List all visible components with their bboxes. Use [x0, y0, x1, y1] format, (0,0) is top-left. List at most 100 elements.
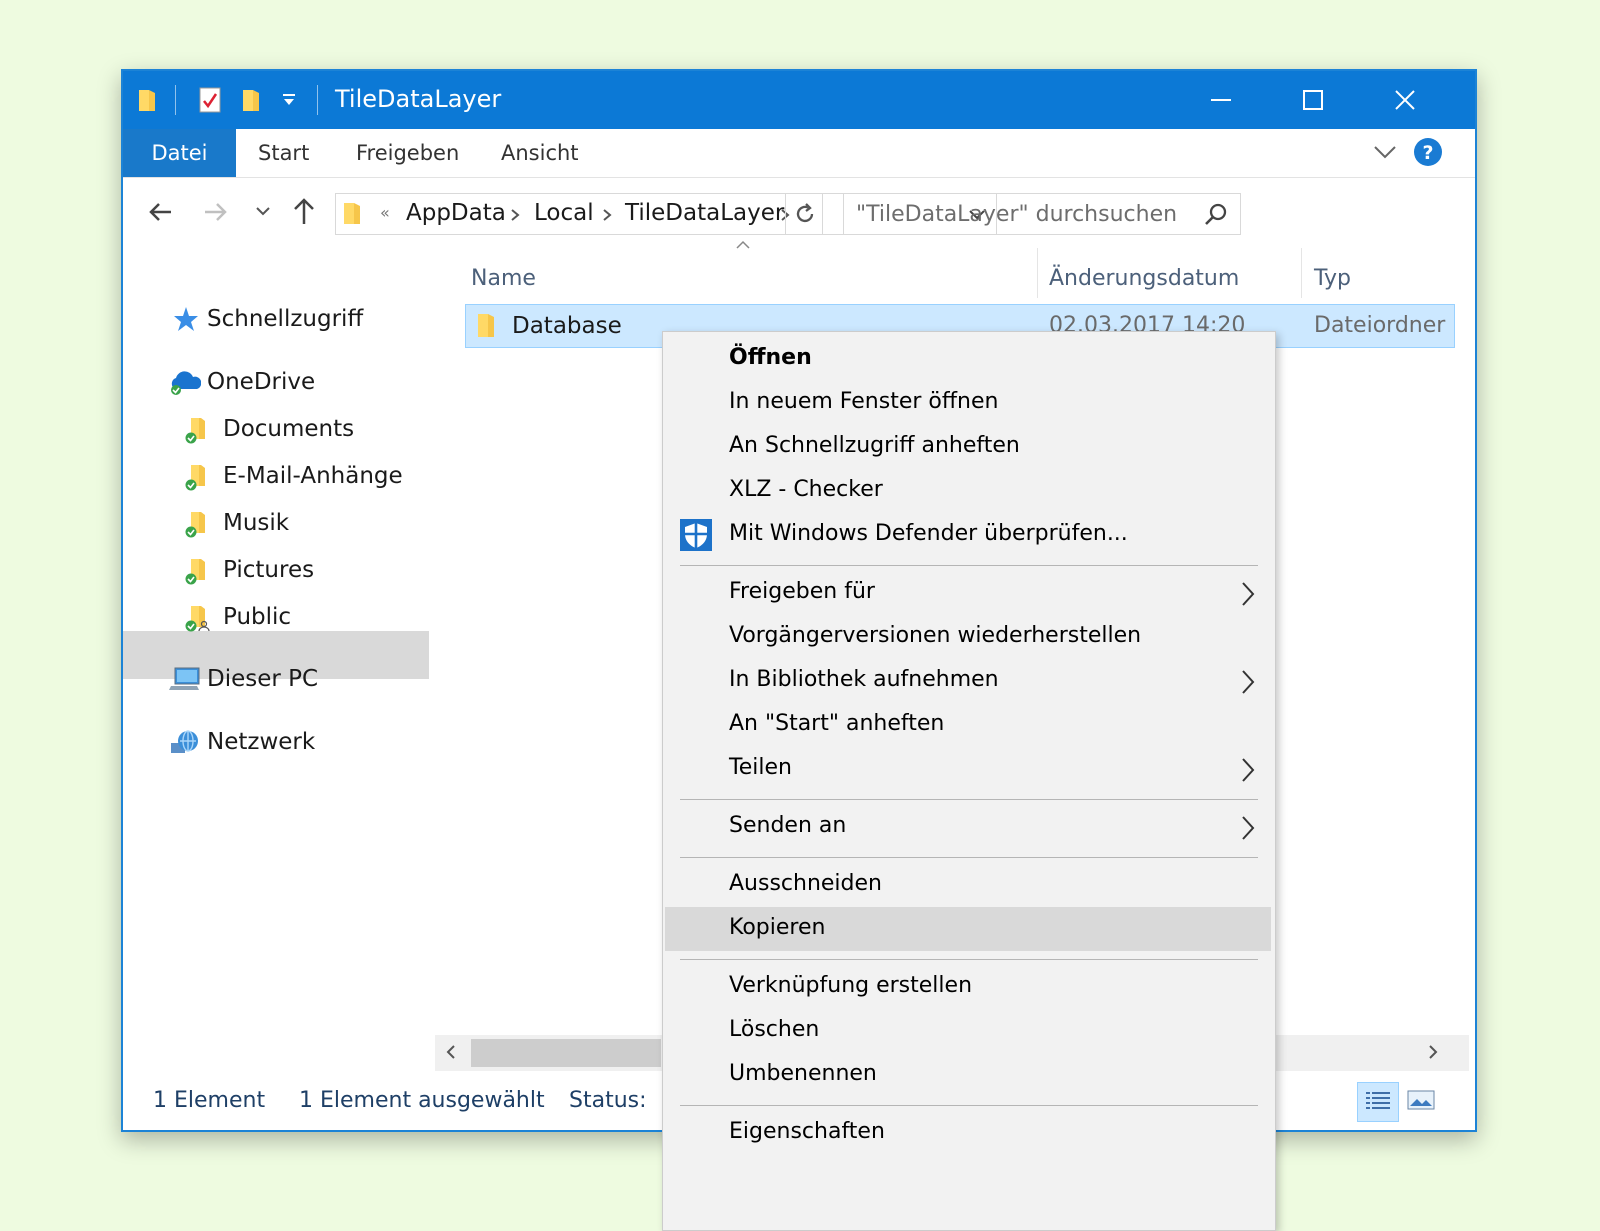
nav-item-email-attachments[interactable]: E-Mail-Anhänge — [183, 453, 433, 499]
large-icons-view-icon[interactable] — [1407, 1090, 1435, 1112]
menu-item-open[interactable]: Öffnen — [663, 337, 1275, 381]
nav-label: Musik — [223, 510, 290, 536]
nav-item-network[interactable]: Netzwerk — [169, 719, 409, 765]
breadcrumb-tiledatalayer[interactable]: TileDataLayer — [625, 200, 784, 226]
column-header-date[interactable]: Änderungsdatum — [1049, 266, 1239, 291]
menu-item-label: Eigenschaften — [729, 1119, 885, 1144]
help-icon[interactable]: ? — [1413, 137, 1443, 167]
navigation-pane: Schnellzugriff OneDrive Documents E-Mail… — [123, 248, 433, 1068]
column-header-name[interactable]: Name — [471, 266, 536, 291]
nav-item-pictures[interactable]: Pictures — [183, 547, 423, 593]
tab-datei[interactable]: Datei — [123, 129, 236, 177]
search-box[interactable]: "TileDataLayer" durchsuchen — [843, 193, 1241, 235]
menu-item-share[interactable]: Teilen — [663, 747, 1275, 791]
network-icon — [169, 729, 201, 757]
synced-folder-icon — [183, 510, 211, 538]
scrollbar-thumb[interactable] — [471, 1039, 661, 1067]
svg-text:?: ? — [1422, 142, 1433, 164]
menu-separator — [680, 565, 1258, 566]
tab-start[interactable]: Start — [258, 129, 309, 177]
search-icon[interactable] — [1204, 202, 1228, 226]
star-icon — [173, 306, 199, 332]
breadcrumb-chevron-icon[interactable] — [602, 208, 612, 222]
details-view-icon[interactable] — [1357, 1082, 1399, 1122]
sort-ascending-icon — [735, 240, 751, 250]
menu-separator — [680, 1105, 1258, 1106]
nav-item-quick-access[interactable]: Schnellzugriff — [173, 296, 413, 342]
menu-separator — [680, 959, 1258, 960]
menu-separator — [680, 857, 1258, 858]
menu-item-pin-start[interactable]: An "Start" anheften — [663, 703, 1275, 747]
nav-label: Documents — [223, 416, 355, 442]
navigation-bar: « AppData Local TileDataLayer "TileDataL… — [123, 178, 1475, 248]
forward-arrow-icon[interactable] — [203, 200, 229, 224]
recent-locations-chevron-icon[interactable] — [255, 204, 271, 218]
nav-label: E-Mail-Anhänge — [223, 463, 403, 489]
menu-item-pin-quick-access[interactable]: An Schnellzugriff anheften — [663, 425, 1275, 469]
window-title: TileDataLayer — [335, 85, 502, 113]
nav-label: Pictures — [223, 557, 315, 583]
breadcrumb-appdata[interactable]: AppData — [406, 200, 506, 226]
folder-icon — [137, 87, 159, 113]
menu-item-defender-scan[interactable]: Mit Windows Defender überprüfen... — [663, 513, 1275, 557]
breadcrumb-chevron-icon[interactable] — [510, 208, 520, 222]
menu-item-label: Teilen — [729, 755, 792, 780]
menu-item-send-to[interactable]: Senden an — [663, 805, 1275, 849]
menu-item-delete[interactable]: Löschen — [663, 1009, 1275, 1053]
nav-label: Schnellzugriff — [207, 306, 364, 332]
back-arrow-icon[interactable] — [147, 200, 173, 224]
breadcrumb-local[interactable]: Local — [534, 200, 594, 226]
menu-item-restore-versions[interactable]: Vorgängerversionen wiederherstellen — [663, 615, 1275, 659]
file-type: Dateiordner — [1314, 313, 1446, 338]
menu-item-include-library[interactable]: In Bibliothek aufnehmen — [663, 659, 1275, 703]
context-menu: Öffnen In neuem Fenster öffnen An Schnel… — [662, 331, 1276, 1231]
file-name: Database — [512, 313, 622, 339]
defender-shield-icon — [680, 519, 712, 551]
nav-item-this-pc[interactable]: Dieser PC — [169, 656, 409, 702]
nav-item-musik[interactable]: Musik — [183, 500, 423, 546]
maximize-button[interactable] — [1267, 71, 1359, 129]
close-button[interactable] — [1359, 71, 1451, 129]
new-folder-icon[interactable] — [241, 87, 263, 113]
column-header-type[interactable]: Typ — [1314, 266, 1351, 291]
menu-item-xlz-checker[interactable]: XLZ - Checker — [663, 469, 1275, 513]
expand-ribbon-icon[interactable] — [1373, 143, 1397, 161]
nav-item-public[interactable]: Public — [183, 594, 423, 640]
submenu-arrow-icon — [1241, 757, 1255, 783]
minimize-button[interactable] — [1175, 71, 1267, 129]
menu-item-label: Öffnen — [729, 345, 812, 370]
menu-item-share-with[interactable]: Freigeben für — [663, 571, 1275, 615]
breadcrumb-overflow[interactable]: « — [380, 203, 390, 222]
submenu-arrow-icon — [1241, 669, 1255, 695]
up-arrow-icon[interactable] — [291, 196, 317, 226]
tab-freigeben[interactable]: Freigeben — [356, 129, 459, 177]
menu-item-label: In Bibliothek aufnehmen — [729, 667, 999, 692]
onedrive-cloud-icon — [169, 369, 201, 395]
menu-item-create-shortcut[interactable]: Verknüpfung erstellen — [663, 965, 1275, 1009]
computer-icon — [169, 666, 201, 694]
menu-item-label: An "Start" anheften — [729, 711, 945, 736]
ribbon: Datei Start Freigeben Ansicht ? — [123, 129, 1475, 178]
synced-folder-icon — [183, 416, 211, 444]
menu-item-copy[interactable]: Kopieren — [665, 907, 1271, 951]
search-placeholder: "TileDataLayer" durchsuchen — [856, 202, 1178, 227]
nav-item-onedrive[interactable]: OneDrive — [169, 359, 409, 405]
tab-ansicht[interactable]: Ansicht — [501, 129, 579, 177]
menu-item-rename[interactable]: Umbenennen — [663, 1053, 1275, 1097]
menu-item-label: Ausschneiden — [729, 871, 882, 896]
menu-item-properties[interactable]: Eigenschaften — [663, 1111, 1275, 1155]
properties-icon[interactable] — [199, 87, 221, 113]
refresh-button[interactable] — [785, 193, 823, 235]
address-folder-icon — [342, 200, 364, 226]
scroll-left-icon[interactable] — [445, 1044, 457, 1060]
menu-item-label: Umbenennen — [729, 1061, 877, 1086]
shared-folder-icon — [183, 604, 213, 632]
customize-toolbar-icon[interactable] — [281, 91, 297, 117]
nav-item-documents[interactable]: Documents — [183, 406, 423, 452]
menu-item-label: An Schnellzugriff anheften — [729, 433, 1020, 458]
nav-label: Public — [223, 604, 292, 630]
menu-item-open-new-window[interactable]: In neuem Fenster öffnen — [663, 381, 1275, 425]
scroll-right-icon[interactable] — [1427, 1044, 1439, 1060]
menu-item-cut[interactable]: Ausschneiden — [663, 863, 1275, 907]
folder-icon — [476, 311, 498, 339]
